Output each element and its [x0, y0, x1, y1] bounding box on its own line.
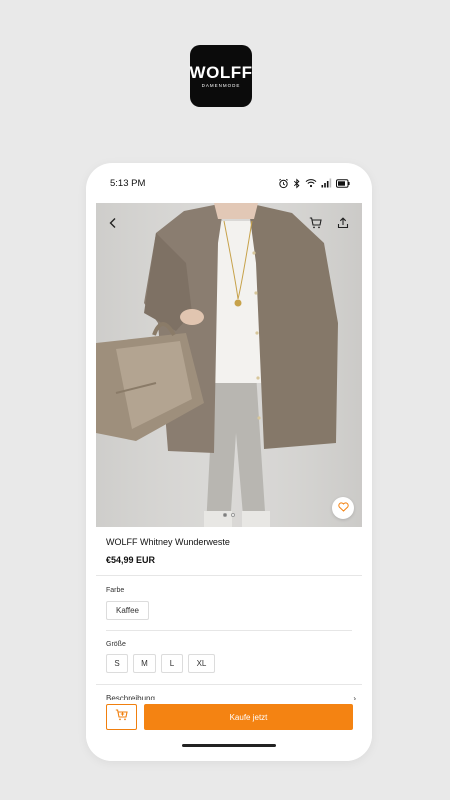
- product-price: €54,99 EUR: [106, 555, 156, 565]
- back-arrow-icon[interactable]: [102, 212, 124, 234]
- home-indicator[interactable]: [182, 744, 276, 747]
- status-bar: 5:13 PM: [86, 163, 372, 203]
- product-title: WOLFF Whitney Wunderweste: [106, 537, 230, 547]
- wifi-icon: [305, 178, 317, 188]
- size-option-m[interactable]: M: [133, 654, 156, 673]
- color-option-kaffee[interactable]: Kaffee: [106, 601, 149, 620]
- heart-icon: [337, 499, 349, 517]
- wishlist-button[interactable]: [332, 497, 354, 519]
- buy-now-button[interactable]: Kaufe jetzt: [144, 704, 353, 730]
- brand-name: WOLFF: [189, 63, 253, 82]
- share-icon[interactable]: [332, 212, 354, 234]
- size-label: Größe: [106, 641, 126, 648]
- size-option-xl[interactable]: XL: [188, 654, 215, 673]
- divider: [106, 630, 352, 631]
- battery-icon: [336, 178, 350, 188]
- product-image[interactable]: [96, 203, 362, 527]
- bottom-action-bar: Kaufe jetzt: [86, 700, 372, 761]
- cart-icon[interactable]: [304, 212, 326, 234]
- carousel-dot[interactable]: [231, 513, 235, 517]
- divider: [96, 575, 362, 576]
- product-photo-illustration: [96, 203, 362, 527]
- divider: [96, 684, 362, 685]
- phone-frame: 5:13 PM WOLFF Whitney Wunderweste €54,99…: [86, 163, 372, 761]
- alarm-icon: [278, 178, 289, 189]
- add-to-cart-button[interactable]: [106, 704, 137, 730]
- status-time: 5:13 PM: [110, 177, 146, 189]
- brand-logo: WOLFF DAMENMODE: [190, 45, 252, 107]
- add-cart-icon: [115, 708, 128, 726]
- signal-icon: [321, 178, 332, 188]
- size-option-l[interactable]: L: [161, 654, 183, 673]
- carousel-dots: [223, 513, 235, 517]
- carousel-dot[interactable]: [223, 513, 227, 517]
- bluetooth-icon: [293, 177, 301, 189]
- brand-subtitle: DAMENMODE: [201, 83, 241, 88]
- color-label: Farbe: [106, 587, 125, 594]
- size-option-s[interactable]: S: [106, 654, 128, 673]
- status-icons: [278, 177, 350, 189]
